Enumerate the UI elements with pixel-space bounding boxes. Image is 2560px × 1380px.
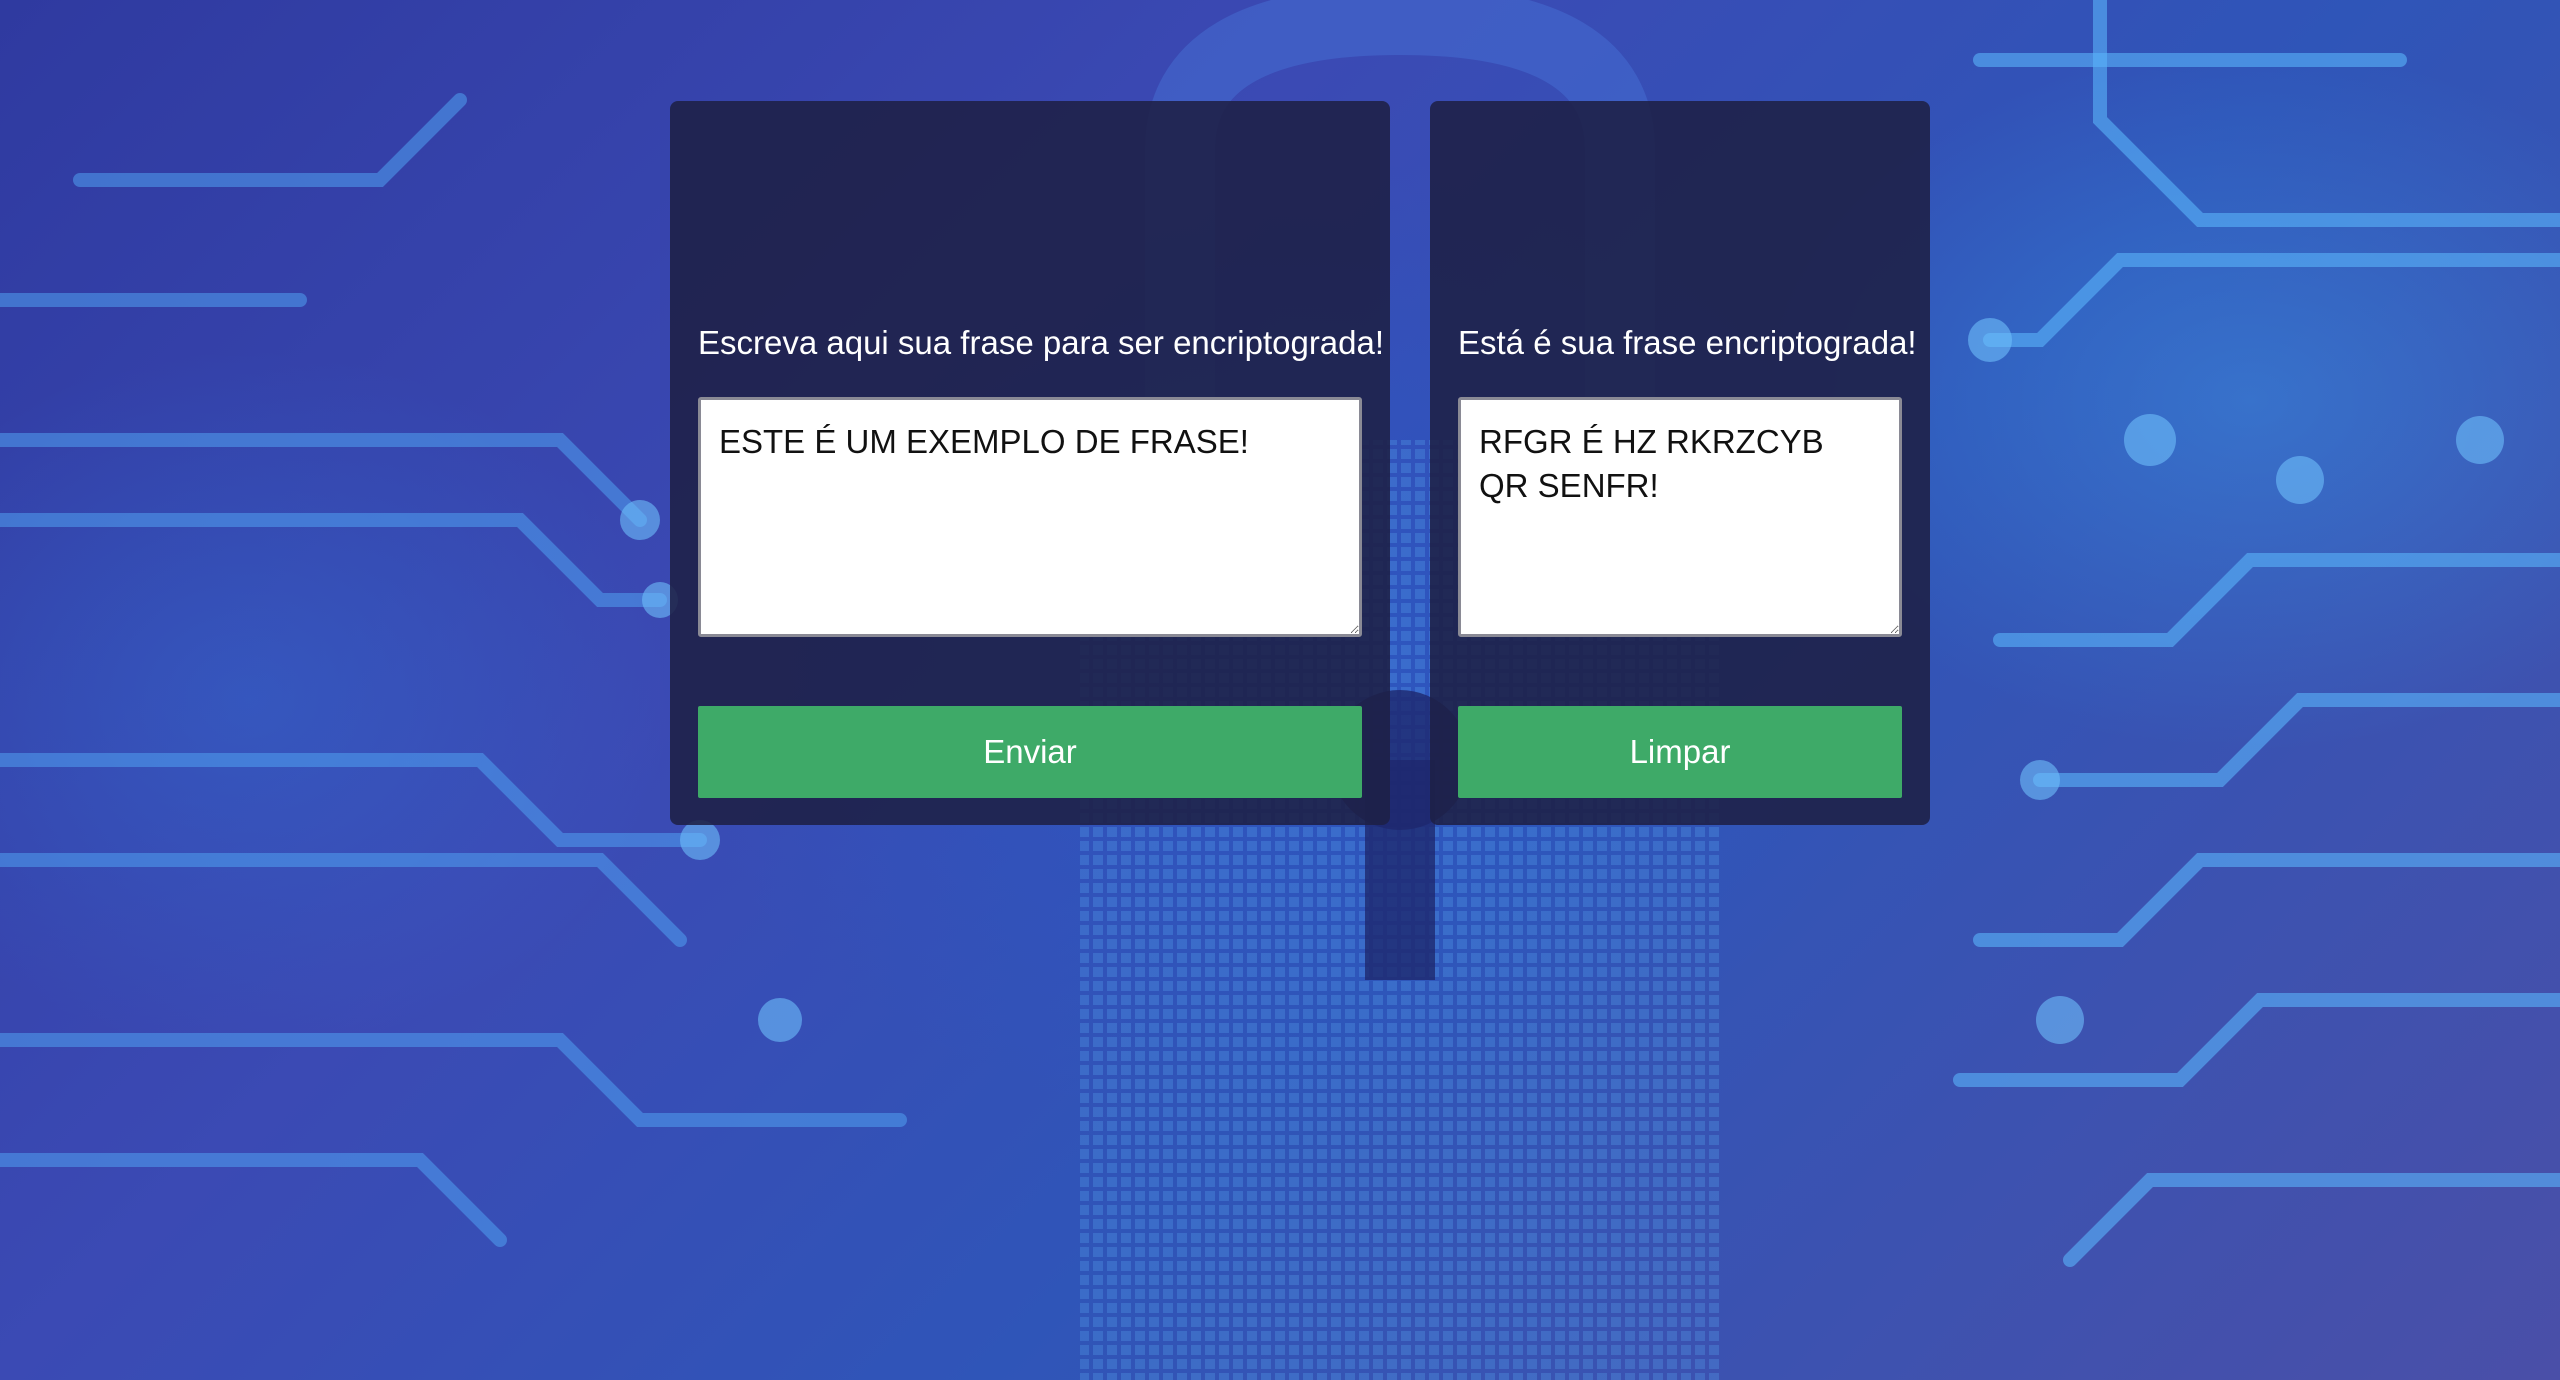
send-button[interactable]: Enviar (698, 706, 1362, 798)
result-label: Está é sua frase encriptograda! (1458, 324, 1917, 361)
encrypted-output[interactable]: RFGR É HZ RKRZCYB QR SENFR! (1458, 397, 1902, 637)
clear-button[interactable]: Limpar (1458, 706, 1902, 798)
phrase-input[interactable]: ESTE É UM EXEMPLO DE FRASE! (698, 397, 1362, 637)
result-panel: Está é sua frase encriptograda! RFGR É H… (1430, 101, 1930, 825)
encrypt-panel: Escreva aqui sua frase para ser encripto… (670, 101, 1390, 825)
encrypt-label: Escreva aqui sua frase para ser encripto… (698, 324, 1385, 361)
